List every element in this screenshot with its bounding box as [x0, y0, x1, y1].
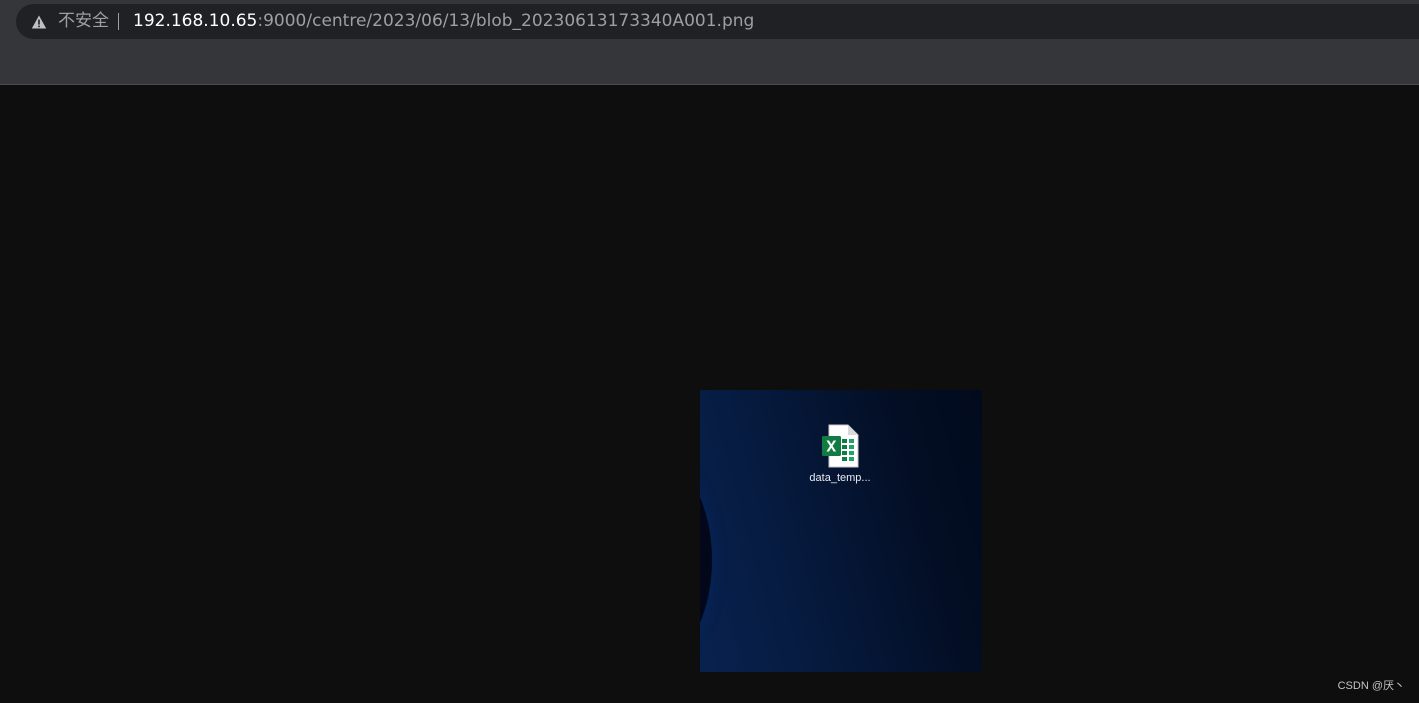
- excel-file-icon: [822, 424, 859, 468]
- watermark: CSDN @厌丶: [1337, 680, 1405, 692]
- address-bar[interactable]: 不安全 192.168.10.65:9000/centre/2023/06/13…: [16, 4, 1419, 39]
- omnibox-divider: [118, 13, 119, 30]
- url-path: :9000/centre/2023/06/13/blob_20230613173…: [257, 11, 755, 31]
- security-label[interactable]: 不安全: [58, 12, 109, 31]
- url-text[interactable]: 192.168.10.65:9000/centre/2023/06/13/blo…: [133, 12, 754, 31]
- warning-icon[interactable]: [31, 14, 47, 30]
- file-label: data_temp...: [809, 472, 871, 484]
- displayed-image[interactable]: data_temp...: [700, 390, 982, 672]
- url-host: 192.168.10.65: [133, 11, 258, 31]
- browser-toolbar: 不安全 192.168.10.65:9000/centre/2023/06/13…: [0, 0, 1419, 85]
- wallpaper-curve: [700, 430, 712, 672]
- desktop-file-item: data_temp...: [798, 424, 882, 484]
